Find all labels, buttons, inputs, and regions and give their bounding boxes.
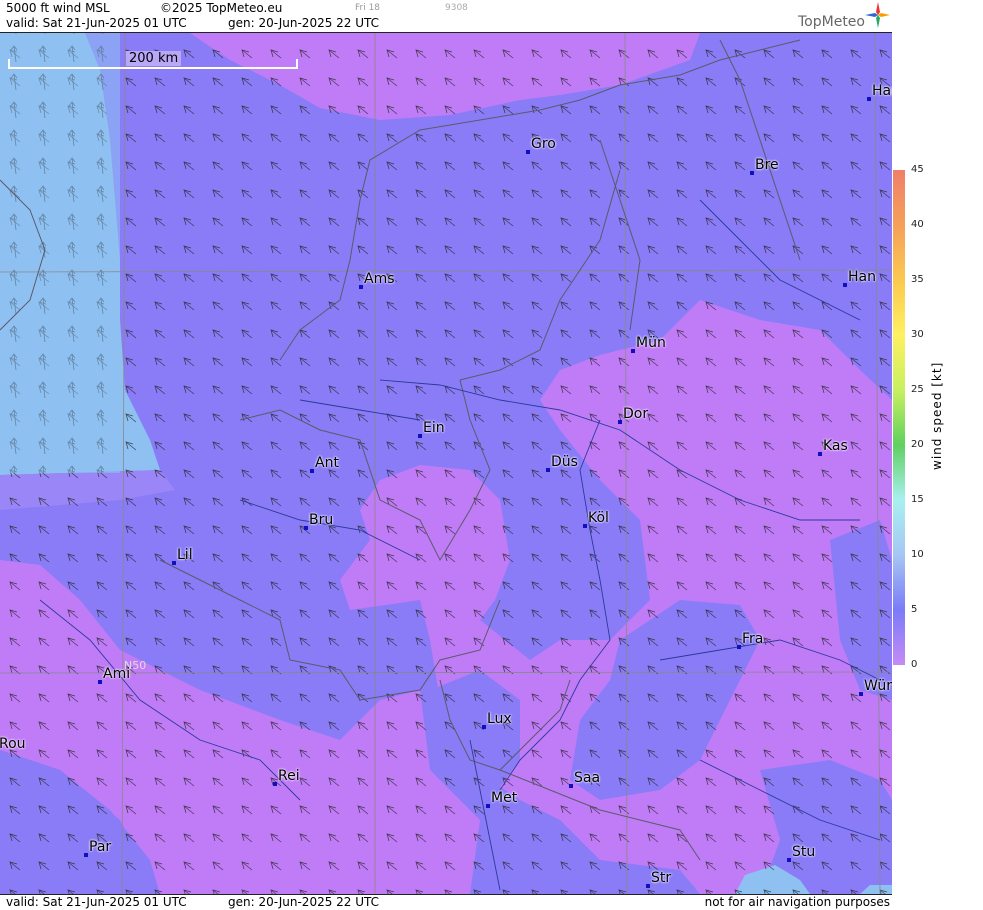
city-label: Ein [423,420,445,436]
city-marker-icon [98,680,102,684]
city-label: Dor [623,406,649,422]
logo-text: TopMeteo [798,14,865,30]
legend-tick-label: 0 [911,659,918,670]
city-label: Mün [636,335,666,351]
city-marker-icon [172,561,176,565]
city-marker-icon [859,692,863,696]
city-marker-icon [569,784,573,788]
city-marker-icon [304,526,308,530]
city-label: Köl [588,510,609,526]
city-marker-icon [631,349,635,353]
city-label: Düs [551,454,578,470]
city-marker-icon [750,171,754,175]
legend-tick-label: 15 [911,494,924,505]
city-label: Han [848,269,876,285]
scale-tick-left [8,59,10,69]
topmeteo-logo: TopMeteo [798,2,890,32]
city-label: Gro [531,136,556,152]
city-marker-icon [482,725,486,729]
timeline-code: 9308 [445,3,468,13]
city-label: Ham [872,83,892,99]
city-label: Lux [487,711,512,727]
city-marker-icon [583,524,587,528]
legend-tick-label: 30 [911,329,924,340]
city-label: Str [651,870,672,886]
generated-time: gen: 20-Jun-2025 22 UTC [228,16,380,30]
legend-title: wind speed [kt] [930,361,944,470]
wind-arrows-west-tint [0,33,120,473]
city-label: Rei [278,768,300,784]
city-marker-icon [359,285,363,289]
timeline-day: Fri 18 [355,3,381,13]
city-marker-icon [84,853,88,857]
city-marker-icon [787,858,791,862]
city-label: Bru [309,512,334,528]
legend-tick-label: 45 [911,164,924,175]
city-marker-icon [818,452,822,456]
legend-color-bar [893,170,905,665]
city-label: Stu [792,844,816,860]
valid-time: valid: Sat 21-Jun-2025 01 UTC [6,16,187,30]
city-marker-icon [418,434,422,438]
legend-tick-label: 40 [911,219,924,230]
city-label: Saa [574,770,601,786]
disclaimer: not for air navigation purposes [704,895,890,909]
city-marker-icon [737,645,741,649]
legend-tick-label: 20 [911,439,924,450]
legend-tick-label: 10 [911,549,924,560]
scale-tick-right [296,59,298,69]
city-marker-icon [618,420,622,424]
city-label: Met [491,790,518,806]
city-marker-icon [867,97,871,101]
footer-generated-time: gen: 20-Jun-2025 22 UTC [228,895,380,909]
legend-tick-label: 35 [911,274,924,285]
city-marker-icon [843,283,847,287]
city-marker-icon [646,884,650,888]
product-title: 5000 ft wind MSL [6,1,110,15]
city-label: Fra [742,631,764,647]
city-label: Ant [315,455,339,471]
header-bar: 5000 ft wind MSL ©2025 TopMeteo.eu Fri 1… [0,0,892,33]
city-label: Ami [103,666,131,682]
city-label: Rou [0,736,26,752]
city-marker-icon [546,468,550,472]
city-label: Bre [755,157,779,173]
city-label: Par [89,839,112,855]
city-marker-icon [273,782,277,786]
city-marker-icon [486,804,490,808]
scale-label: 200 km [126,51,182,66]
wind-map[interactable]: 200 km N50 HamGroBreAmsHanMünDorEinKasAn… [0,33,892,894]
scale-line [8,67,298,69]
legend-tick-label: 25 [911,384,924,395]
city-label: Kas [823,438,848,454]
footer-valid-time: valid: Sat 21-Jun-2025 01 UTC [6,895,187,909]
copyright: ©2025 TopMeteo.eu [160,1,283,15]
footer-bar: valid: Sat 21-Jun-2025 01 UTC gen: 20-Ju… [0,894,892,910]
city-label: Ams [364,271,395,287]
city-label: Wür [864,678,892,694]
city-marker-icon [310,469,314,473]
scale-bar: 200 km [8,51,298,69]
legend-tick-label: 5 [911,604,918,615]
city-marker-icon [526,150,530,154]
city-label: Lil [177,547,193,563]
